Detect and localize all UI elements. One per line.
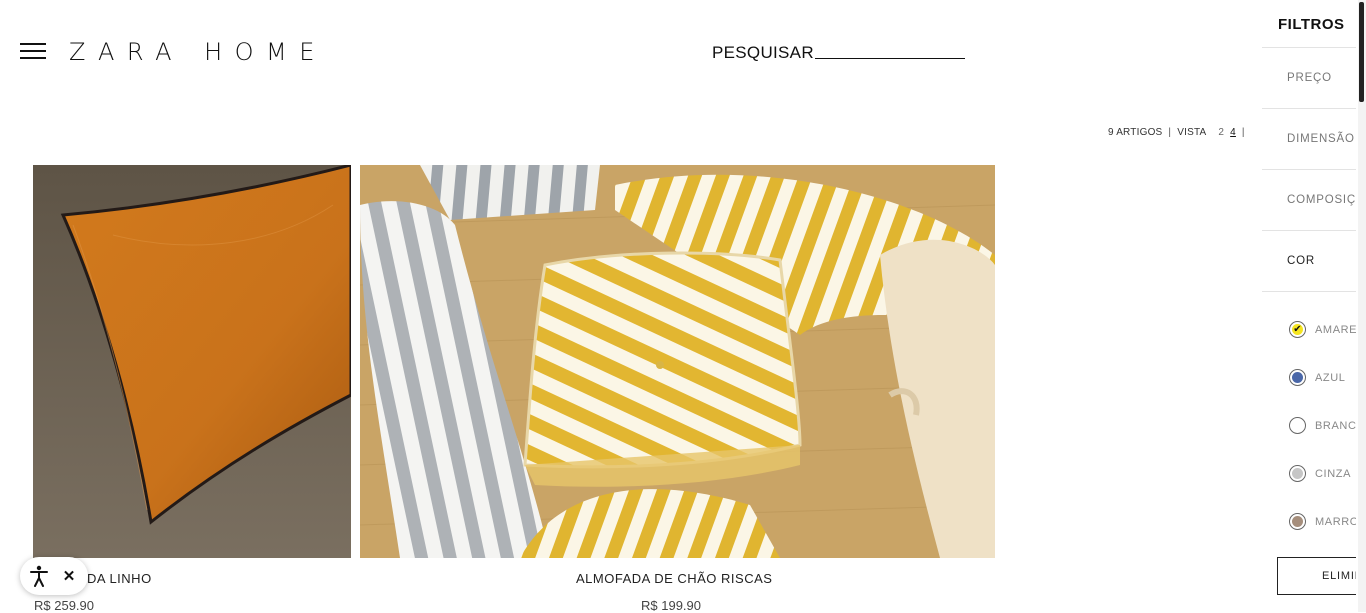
color-label: AMARE: [1315, 323, 1356, 336]
separator: |: [1241, 127, 1245, 138]
divider: [1262, 230, 1356, 231]
divider: [1262, 47, 1356, 48]
product-image-floor-cushion[interactable]: [360, 165, 995, 558]
product-price: R$ 259.90: [34, 598, 94, 613]
hamburger-icon-bar: [20, 57, 46, 59]
swatch-fill: [1292, 468, 1303, 479]
floor-cushion-illustration: [360, 165, 995, 558]
filter-color[interactable]: COR: [1287, 255, 1315, 267]
product-name[interactable]: DA LINHO: [87, 571, 152, 586]
accessibility-widget: ✕: [20, 557, 88, 595]
close-icon[interactable]: ✕: [58, 557, 80, 595]
view-label: VISTA: [1177, 127, 1207, 138]
search-field[interactable]: PESQUISAR: [712, 43, 965, 63]
accessibility-icon[interactable]: [20, 557, 58, 595]
swatch-fill: [1292, 516, 1303, 527]
product-name[interactable]: ALMOFADA DE CHÃO RISCAS: [576, 571, 772, 586]
product-image-linen-cushion[interactable]: [33, 165, 351, 558]
search-input-line[interactable]: [814, 58, 965, 59]
brand-logo[interactable]: ZARA HOME: [69, 38, 327, 66]
color-swatch: ✔: [1289, 321, 1306, 338]
check-icon: ✔: [1293, 324, 1302, 335]
menu-button[interactable]: [20, 43, 46, 59]
scrollbar-thumb[interactable]: [1359, 2, 1364, 102]
color-label: CINZA: [1315, 467, 1351, 480]
swatch-fill: [1292, 372, 1303, 383]
color-swatch: [1289, 369, 1306, 386]
color-option-grey[interactable]: CINZA: [1289, 465, 1351, 482]
filter-price[interactable]: PREÇO: [1287, 72, 1332, 84]
view-option-4[interactable]: 4: [1230, 127, 1236, 138]
color-option-white[interactable]: BRANCO: [1289, 417, 1356, 434]
divider: [1262, 108, 1356, 109]
color-option-brown[interactable]: MARRO: [1289, 513, 1356, 530]
divider: [1262, 291, 1356, 292]
clear-filters-button[interactable]: ELIMIN: [1277, 557, 1356, 595]
linen-cushion-illustration: [33, 165, 351, 558]
color-swatch: [1289, 513, 1306, 530]
separator: |: [1168, 127, 1172, 138]
scrollbar[interactable]: [1358, 0, 1366, 612]
view-option-2[interactable]: 2: [1218, 127, 1224, 138]
color-swatch: [1289, 417, 1306, 434]
filters-title: FILTROS: [1278, 16, 1345, 33]
search-label: PESQUISAR: [712, 43, 814, 62]
color-swatch: [1289, 465, 1306, 482]
filter-dimension[interactable]: DIMENSÃO: [1287, 133, 1355, 145]
hamburger-icon-bar: [20, 43, 46, 45]
color-label: MARRO: [1315, 515, 1356, 528]
swatch-fill: [1292, 420, 1303, 431]
divider: [1262, 169, 1356, 170]
color-option-blue[interactable]: AZUL: [1289, 369, 1346, 386]
color-label: AZUL: [1315, 371, 1346, 384]
product-price: R$ 199.90: [641, 598, 701, 613]
color-option-yellow[interactable]: ✔ AMARE: [1289, 321, 1356, 338]
color-label: BRANCO: [1315, 419, 1356, 432]
results-count: 9 ARTIGOS: [1108, 127, 1163, 138]
accessibility-icon-glyph: [30, 565, 48, 587]
results-view-bar: 9 ARTIGOS | VISTA 2 4 |: [1108, 127, 1245, 138]
filters-panel: FILTROS PREÇO DIMENSÃO COMPOSIÇÃ COR ✔ A…: [1262, 0, 1356, 612]
hamburger-icon-bar: [20, 50, 46, 52]
filter-composition[interactable]: COMPOSIÇÃ: [1287, 194, 1356, 206]
